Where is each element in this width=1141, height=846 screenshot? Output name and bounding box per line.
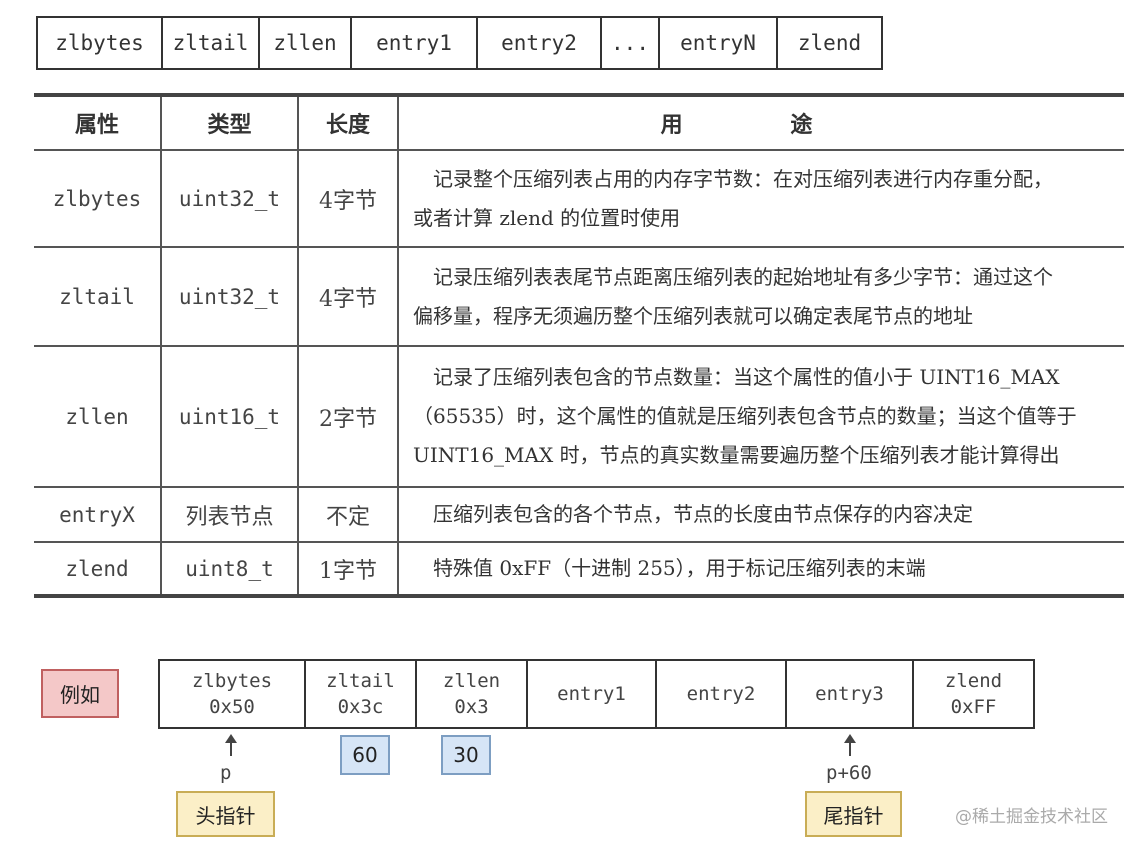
strip-cell-entry2: entry2 (478, 18, 602, 68)
strip-cell-entryN: entryN (660, 18, 778, 68)
example-cell-entry2: entry2 (657, 661, 787, 727)
cell-length: 2字节 (298, 345, 399, 487)
cell-type: 列表节点 (161, 486, 299, 542)
cell-length: 4字节 (298, 149, 399, 247)
header-length: 长度 (298, 95, 399, 150)
table-row: zltail uint32_t 4字节 记录压缩列表表尾节点距离压缩列表的起始地… (34, 246, 1124, 346)
cell-type: uint32_t (161, 149, 299, 247)
example-cell-value: 0xFF (950, 696, 997, 718)
example-cell-zllen: zllen 0x3 (417, 661, 528, 727)
cell-length: 1字节 (298, 541, 399, 596)
description-line: UINT16_MAX 时，节点的真实数量需要遍历整个压缩列表才能计算得出 (413, 443, 1060, 467)
ziplist-structure-strip: zlbytes zltail zllen entry1 entry2 ... e… (36, 16, 883, 70)
cell-attr: entryX (34, 486, 162, 542)
description-line: 偏移量，程序无须遍历整个压缩列表就可以确定表尾节点的地址 (413, 303, 973, 328)
example-cell-value: 0x3 (454, 696, 489, 718)
description-line: （65535）时，这个属性的值就是压缩列表包含节点的数量；当这个值等于 (413, 404, 1077, 428)
table-header-row: 属性 类型 长度 用 途 (34, 95, 1124, 150)
cell-description: 记录压缩列表表尾节点距离压缩列表的起始地址有多少字节：通过这个 偏移量，程序无须… (398, 246, 1124, 346)
cell-attr: zllen (34, 345, 162, 487)
example-ziplist-strip: zlbytes 0x50 zltail 0x3c zllen 0x3 entry… (158, 659, 1035, 729)
example-cell-zlbytes: zlbytes 0x50 (160, 661, 306, 727)
head-pointer-label: p (220, 762, 232, 784)
example-cell-name: zlend (944, 670, 1003, 692)
tail-pointer-arrow-icon (844, 734, 856, 756)
cell-attr: zlbytes (34, 149, 162, 247)
cell-description: 特殊值 0xFF（十进制 255），用于标记压缩列表的末端 (398, 541, 1124, 596)
cell-type: uint16_t (161, 345, 299, 487)
table-row: zlbytes uint32_t 4字节 记录整个压缩列表占用的内存字节数：在对… (34, 149, 1124, 247)
example-cell-entry3: entry3 (787, 661, 914, 727)
example-cell-name: zllen (442, 670, 501, 692)
example-cell-name: zlbytes (191, 670, 273, 692)
description-line: 特殊值 0xFF（十进制 255），用于标记压缩列表的末端 (433, 556, 926, 580)
tail-pointer-note: 尾指针 (805, 791, 902, 837)
head-pointer-arrow-icon (225, 734, 237, 756)
strip-cell-zllen: zllen (260, 18, 352, 68)
example-cell-entry1: entry1 (528, 661, 657, 727)
cell-description: 记录整个压缩列表占用的内存字节数：在对压缩列表进行内存重分配， 或者计算 zle… (398, 149, 1124, 247)
example-cell-name: entry3 (815, 683, 884, 705)
example-cell-value: 0x50 (209, 696, 255, 718)
zltail-decimal-badge: 60 (340, 735, 390, 775)
example-cell-zlend: zlend 0xFF (914, 661, 1033, 727)
strip-cell-zltail: zltail (163, 18, 260, 68)
example-cell-zltail: zltail 0x3c (306, 661, 417, 727)
example-cell-value: 0x3c (337, 696, 384, 718)
description-line: 记录整个压缩列表占用的内存字节数：在对压缩列表进行内存重分配， (433, 166, 1053, 191)
description-line: 压缩列表包含的各个节点，节点的长度由节点保存的内容决定 (433, 502, 973, 526)
head-pointer-note: 头指针 (176, 791, 275, 837)
header-attr: 属性 (34, 95, 162, 150)
table-row: entryX 列表节点 不定 压缩列表包含的各个节点，节点的长度由节点保存的内容… (34, 486, 1124, 542)
cell-attr: zltail (34, 246, 162, 346)
ziplist-attribute-table: 属性 类型 长度 用 途 zlbytes uint32_t 4字节 记录整个压缩… (34, 93, 1124, 598)
example-label: 例如 (41, 669, 119, 718)
cell-length: 不定 (298, 486, 399, 542)
zllen-decimal-badge: 30 (441, 735, 491, 775)
strip-cell-zlend: zlend (797, 31, 862, 55)
cell-attr: zlend (34, 541, 162, 596)
header-usage: 用 途 (660, 112, 863, 138)
header-type: 类型 (161, 95, 299, 150)
strip-cell-zlbytes: zlbytes (38, 18, 163, 68)
cell-length: 4字节 (298, 246, 399, 346)
example-cell-name: zltail (326, 670, 395, 692)
cell-type: uint32_t (161, 246, 299, 346)
strip-cell-ellipsis: ... (602, 18, 660, 68)
strip-cell-entry1: entry1 (352, 18, 478, 68)
description-line: 记录了压缩列表包含的节点数量：当这个属性的值小于 UINT16_MAX (433, 365, 1060, 389)
description-line: 或者计算 zlend 的位置时使用 (413, 205, 681, 230)
cell-description: 记录了压缩列表包含的节点数量：当这个属性的值小于 UINT16_MAX （655… (398, 345, 1124, 487)
example-cell-name: entry2 (686, 683, 756, 705)
cell-description: 压缩列表包含的各个节点，节点的长度由节点保存的内容决定 (398, 486, 1124, 542)
description-line: 记录压缩列表表尾节点距离压缩列表的起始地址有多少字节：通过这个 (433, 264, 1053, 289)
watermark: @稀土掘金技术社区 (955, 807, 1108, 827)
cell-type: uint8_t (161, 541, 299, 596)
table-row: zllen uint16_t 2字节 记录了压缩列表包含的节点数量：当这个属性的… (34, 345, 1124, 487)
table-row: zlend uint8_t 1字节 特殊值 0xFF（十进制 255），用于标记… (34, 541, 1124, 596)
example-cell-name: entry1 (557, 683, 626, 705)
tail-pointer-label: p+60 (826, 762, 872, 784)
